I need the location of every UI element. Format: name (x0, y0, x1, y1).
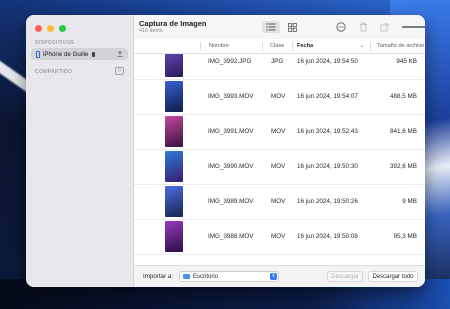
column-name[interactable]: Nombre (209, 43, 229, 49)
image-capture-window: DISPOSITIVOS iPhone de Guille COMPARTIDO… (26, 15, 425, 287)
slider-fill (402, 26, 425, 28)
file-type: MOV (271, 128, 286, 135)
footer-bar: Importar a: Escritorio ⇕ Descargar Desca… (134, 265, 425, 287)
file-name: IMG_3993.MOV (208, 93, 254, 100)
devices-heading: DISPOSITIVOS (35, 40, 75, 46)
item-count: 416 ítems (139, 28, 163, 34)
file-size: 488,5 MB (390, 93, 417, 100)
file-name: IMG_3992.JPG (208, 58, 252, 65)
download-button[interactable]: Descargar (327, 271, 363, 282)
file-date: 16 jun 2024, 19:50:30 (297, 163, 358, 170)
more-options-icon (336, 22, 346, 32)
file-size: 841,6 MB (390, 128, 417, 135)
thumbnail-image (165, 54, 183, 77)
file-name: IMG_3990.MOV (208, 163, 254, 170)
list-view-icon (266, 23, 276, 31)
table-row[interactable]: IMG_3991.MOV MOV 16 jun 2024, 19:52:43 841,… (134, 114, 425, 150)
table-row[interactable]: IMG_3990.MOV MOV 16 jun 2024, 19:50:30 392,… (134, 149, 425, 185)
file-type: MOV (271, 233, 286, 240)
column-separator (370, 42, 371, 51)
column-date[interactable]: Fecha (297, 43, 313, 49)
file-date: 16 jun 2024, 19:54:50 (297, 58, 358, 65)
file-type: JPG (271, 58, 284, 65)
trash-icon (359, 22, 367, 32)
sidebar: DISPOSITIVOS iPhone de Guille COMPARTIDO… (26, 15, 134, 287)
column-size[interactable]: Tamaño de archivo (377, 43, 424, 49)
file-name: IMG_3989.MOV (208, 198, 254, 205)
grid-view-icon (287, 22, 297, 32)
file-name: IMG_3991.MOV (208, 128, 254, 135)
iphone-icon (36, 50, 40, 58)
rotate-icon (380, 23, 389, 32)
sidebar-item-iphone[interactable]: iPhone de Guille (31, 48, 128, 60)
shared-heading: COMPARTIDO (35, 69, 73, 75)
file-type: MOV (271, 198, 286, 205)
import-label: Importar a: (143, 273, 173, 280)
file-date: 16 jun 2024, 19:50:26 (297, 198, 358, 205)
zoom-button[interactable] (59, 25, 66, 32)
table-row[interactable]: IMG_3988.MOV MOV 16 jun 2024, 19:50:08 95,3… (134, 219, 425, 255)
column-separator (200, 42, 201, 51)
folder-icon (183, 274, 190, 279)
rotate-button[interactable] (376, 21, 394, 33)
table-row[interactable]: IMG_3993.MOV MOV 16 jun 2024, 19:54:07 488,… (134, 79, 425, 115)
file-date: 16 jun 2024, 19:52:43 (297, 128, 358, 135)
grid-view-button[interactable] (283, 21, 301, 33)
select-arrows-icon: ⇕ (270, 273, 277, 280)
destination-value: Escritorio (193, 273, 219, 280)
file-type: MOV (271, 93, 286, 100)
destination-select[interactable]: Escritorio ⇕ (179, 271, 279, 282)
file-size: 9 MB (402, 198, 417, 205)
phone-connected-icon (92, 51, 96, 57)
file-name: IMG_3988.MOV (208, 233, 254, 240)
table-row[interactable]: IMG_3992.JPG JPG 16 jun 2024, 19:54:50 945 … (134, 54, 425, 80)
more-options-button[interactable] (332, 21, 350, 33)
window-title: Captura de Imagen (139, 19, 207, 28)
file-list: IMG_3992.JPG JPG 16 jun 2024, 19:54:50 945 … (134, 54, 425, 264)
thumbnail-image (165, 81, 183, 112)
table-row[interactable]: IMG_3989.MOV MOV 16 jun 2024, 19:50:26 9 MB (134, 184, 425, 220)
list-view-button[interactable] (262, 21, 280, 33)
file-date: 16 jun 2024, 19:54:07 (297, 93, 358, 100)
minimize-button[interactable] (47, 25, 54, 32)
file-type: MOV (271, 163, 286, 170)
close-button[interactable] (35, 25, 42, 32)
thumbnail-image (165, 151, 183, 182)
file-size: 95,3 MB (393, 233, 417, 240)
file-size: 392,6 MB (390, 163, 417, 170)
thumbnail-image (165, 186, 183, 217)
file-size: 945 KB (396, 58, 417, 65)
main-content: Captura de Imagen 416 ítems Nombre Clase… (134, 15, 425, 287)
thumbnail-image (165, 221, 183, 252)
eject-icon[interactable] (116, 50, 124, 58)
file-date: 16 jun 2024, 19:50:08 (297, 233, 358, 240)
window-controls (35, 25, 66, 32)
device-name: iPhone de Guille (43, 50, 89, 58)
download-all-button[interactable]: Descargar todo (368, 271, 418, 282)
sort-chevron-icon[interactable]: ⌄ (360, 43, 365, 49)
thumbnail-image (165, 116, 183, 147)
column-separator (262, 42, 263, 51)
shared-toggle-icon[interactable]: 0 (115, 67, 124, 75)
toolbar: Captura de Imagen 416 ítems (134, 15, 425, 39)
thumbnail-size-slider[interactable] (402, 26, 425, 28)
delete-button[interactable] (354, 21, 372, 33)
column-separator (292, 42, 293, 51)
column-header: Nombre Clase Fecha ⌄ Tamaño de archivo (134, 39, 425, 54)
column-type[interactable]: Clase (270, 43, 284, 49)
